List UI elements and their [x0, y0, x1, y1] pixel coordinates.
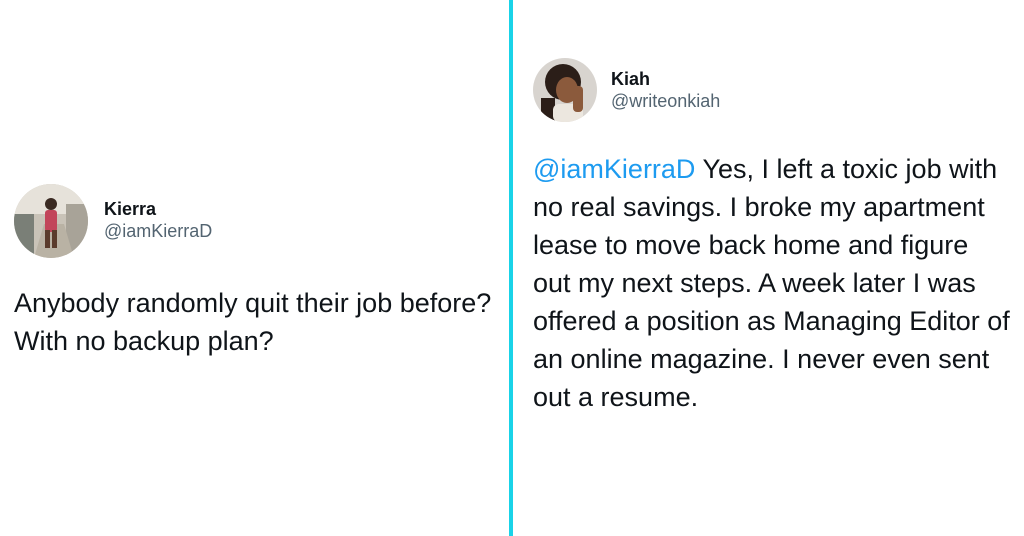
- tweet-text: @iamKierraD Yes, I left a toxic job with…: [533, 150, 1013, 416]
- tweet-kierra: Kierra @iamKierraD Anybody randomly quit…: [14, 184, 494, 360]
- mention-link[interactable]: @iamKierraD: [533, 154, 695, 184]
- display-name[interactable]: Kierra: [104, 198, 212, 220]
- tweet-header: Kierra @iamKierraD: [14, 184, 494, 258]
- avatar[interactable]: [14, 184, 88, 258]
- author-names: Kierra @iamKierraD: [104, 198, 212, 242]
- tweet-kiah: Kiah @writeonkiah @iamKierraD Yes, I lef…: [533, 58, 1013, 416]
- user-handle[interactable]: @writeonkiah: [611, 90, 720, 112]
- column-divider: [509, 0, 513, 536]
- avatar-photo-icon: [14, 184, 88, 258]
- tweet-text: Anybody randomly quit their job before? …: [14, 288, 492, 356]
- tweet-header: Kiah @writeonkiah: [533, 58, 1013, 122]
- avatar[interactable]: [533, 58, 597, 122]
- user-handle[interactable]: @iamKierraD: [104, 220, 212, 242]
- avatar-photo-icon: [533, 58, 597, 122]
- author-names: Kiah @writeonkiah: [611, 68, 720, 112]
- display-name[interactable]: Kiah: [611, 68, 720, 90]
- reply-text: Yes, I left a toxic job with no real sav…: [533, 154, 1010, 412]
